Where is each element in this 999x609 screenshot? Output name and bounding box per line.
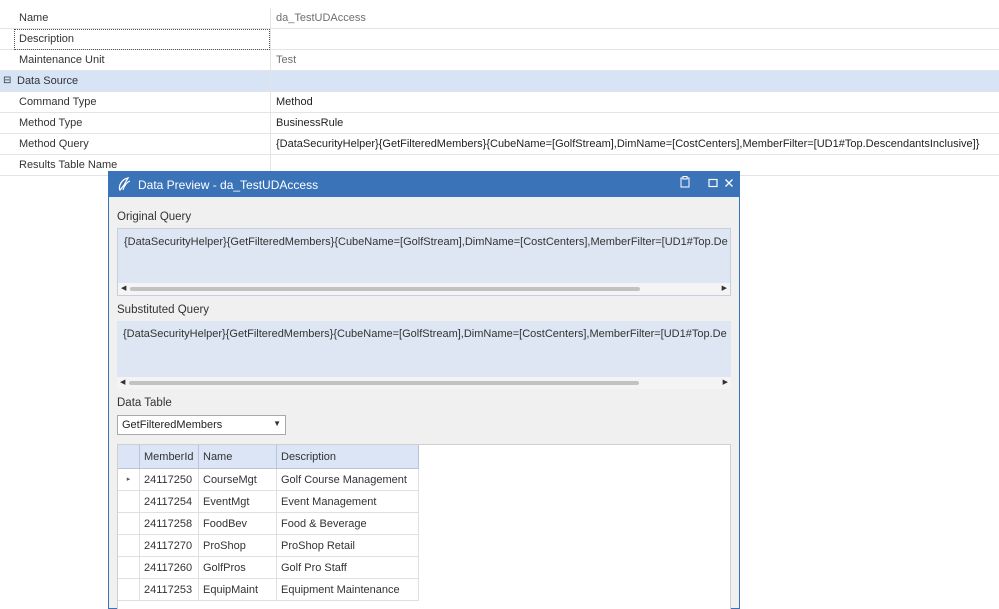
property-name-label: Name — [19, 12, 49, 24]
cell-name[interactable]: EquipMaint — [199, 579, 277, 601]
original-query-text[interactable]: {DataSecurityHelper}{GetFilteredMembers}… — [124, 236, 728, 248]
scroll-right-icon[interactable]: ▶ — [723, 378, 728, 386]
cell-memberid[interactable]: 24117253 — [140, 579, 199, 601]
cell-description[interactable]: Food & Beverage — [277, 513, 419, 535]
cell-name[interactable]: FoodBev — [199, 513, 277, 535]
column-header-description[interactable]: Description — [277, 445, 419, 469]
cell-memberid[interactable]: 24117250 — [140, 469, 199, 491]
column-divider — [270, 113, 271, 133]
chevron-down-icon[interactable]: ▼ — [273, 419, 281, 428]
column-divider — [270, 71, 271, 91]
dialog-titlebar[interactable]: Data Preview - da_TestUDAccess — [109, 172, 739, 197]
property-maintenance-unit-label: Maintenance Unit — [19, 54, 105, 66]
cell-memberid[interactable]: 24117258 — [140, 513, 199, 535]
property-name-value[interactable]: da_TestUDAccess — [276, 12, 366, 24]
property-method-type-value[interactable]: BusinessRule — [276, 117, 343, 129]
category-data-source[interactable]: ⊟ Data Source — [0, 71, 999, 92]
property-row-method-query[interactable]: Method Query {DataSecurityHelper}{GetFil… — [0, 134, 999, 155]
table-row[interactable]: 24117253 EquipMaint Equipment Maintenanc… — [118, 579, 730, 601]
category-data-source-label: Data Source — [17, 75, 79, 87]
property-row-command-type[interactable]: Command Type Method — [0, 92, 999, 113]
scrollbar-thumb[interactable] — [129, 381, 639, 385]
property-command-type-value[interactable]: Method — [276, 96, 313, 108]
cell-description[interactable]: Golf Course Management — [277, 469, 419, 491]
table-row[interactable]: 24117258 FoodBev Food & Beverage — [118, 513, 730, 535]
row-header[interactable] — [118, 535, 140, 557]
property-method-type-label: Method Type — [19, 117, 83, 129]
table-row[interactable]: ▸ 24117250 CourseMgt Golf Course Managem… — [118, 469, 730, 491]
property-description-label: Description — [14, 29, 270, 50]
table-row[interactable]: 24117260 GolfPros Golf Pro Staff — [118, 557, 730, 579]
column-divider — [270, 8, 271, 28]
row-header[interactable] — [118, 579, 140, 601]
property-row-maintenance-unit[interactable]: Maintenance Unit Test — [0, 50, 999, 71]
maximize-icon[interactable] — [706, 176, 720, 192]
cell-name[interactable]: EventMgt — [199, 491, 277, 513]
row-header-corner — [118, 445, 140, 469]
substituted-query-label: Substituted Query — [117, 304, 210, 316]
table-row[interactable]: 24117254 EventMgt Event Management — [118, 491, 730, 513]
property-method-query-label: Method Query — [19, 138, 89, 150]
row-header[interactable] — [118, 557, 140, 579]
close-icon[interactable] — [722, 176, 736, 192]
column-divider — [270, 29, 271, 49]
original-query-box[interactable]: {DataSecurityHelper}{GetFilteredMembers}… — [117, 228, 731, 296]
horizontal-scrollbar[interactable]: ◀ ▶ — [118, 283, 730, 295]
cell-name[interactable]: GolfPros — [199, 557, 277, 579]
property-row-method-type[interactable]: Method Type BusinessRule — [0, 113, 999, 134]
collapse-icon[interactable]: ⊟ — [3, 75, 11, 86]
property-row-name[interactable]: Name da_TestUDAccess — [0, 8, 999, 29]
column-header-memberid[interactable]: MemberId — [140, 445, 199, 469]
substituted-query-text[interactable]: {DataSecurityHelper}{GetFilteredMembers}… — [123, 328, 727, 340]
property-row-description[interactable]: Description — [0, 29, 999, 50]
substituted-query-box[interactable]: {DataSecurityHelper}{GetFilteredMembers}… — [117, 321, 731, 389]
current-row-indicator-icon: ▸ — [118, 469, 140, 491]
property-grid: Name da_TestUDAccess Description Mainten… — [0, 8, 999, 176]
horizontal-scrollbar[interactable]: ◀ ▶ — [117, 377, 731, 389]
property-results-table-name-label: Results Table Name — [19, 159, 118, 171]
column-header-name[interactable]: Name — [199, 445, 277, 469]
data-grid: MemberId Name Description ▸ 24117250 Cou… — [117, 444, 731, 609]
scroll-left-icon[interactable]: ◀ — [121, 284, 126, 292]
cell-description[interactable]: Event Management — [277, 491, 419, 513]
data-table-selected-value: GetFilteredMembers — [122, 419, 223, 431]
scroll-right-icon[interactable]: ▶ — [722, 284, 727, 292]
data-table-select[interactable]: GetFilteredMembers ▼ — [117, 415, 286, 435]
property-method-query-value[interactable]: {DataSecurityHelper}{GetFilteredMembers}… — [276, 138, 979, 150]
grid-header: MemberId Name Description — [118, 445, 730, 469]
cell-description[interactable]: Equipment Maintenance — [277, 579, 419, 601]
cell-description[interactable]: ProShop Retail — [277, 535, 419, 557]
cell-name[interactable]: CourseMgt — [199, 469, 277, 491]
data-preview-dialog: Data Preview - da_TestUDAccess Original … — [108, 171, 740, 609]
cell-memberid[interactable]: 24117270 — [140, 535, 199, 557]
property-maintenance-unit-value[interactable]: Test — [276, 54, 296, 66]
data-table-label: Data Table — [117, 397, 172, 409]
scrollbar-thumb[interactable] — [130, 287, 640, 291]
column-divider — [270, 92, 271, 112]
property-command-type-label: Command Type — [19, 96, 97, 108]
cell-memberid[interactable]: 24117260 — [140, 557, 199, 579]
column-divider — [270, 134, 271, 154]
column-divider — [270, 50, 271, 70]
clipboard-icon[interactable] — [678, 176, 692, 192]
scroll-left-icon[interactable]: ◀ — [120, 378, 125, 386]
row-header[interactable] — [118, 513, 140, 535]
table-row[interactable]: 24117270 ProShop ProShop Retail — [118, 535, 730, 557]
row-header[interactable] — [118, 491, 140, 513]
cell-description[interactable]: Golf Pro Staff — [277, 557, 419, 579]
dialog-title: Data Preview - da_TestUDAccess — [138, 178, 319, 192]
cell-memberid[interactable]: 24117254 — [140, 491, 199, 513]
cell-name[interactable]: ProShop — [199, 535, 277, 557]
original-query-label: Original Query — [117, 211, 192, 223]
app-logo-icon — [118, 177, 131, 192]
